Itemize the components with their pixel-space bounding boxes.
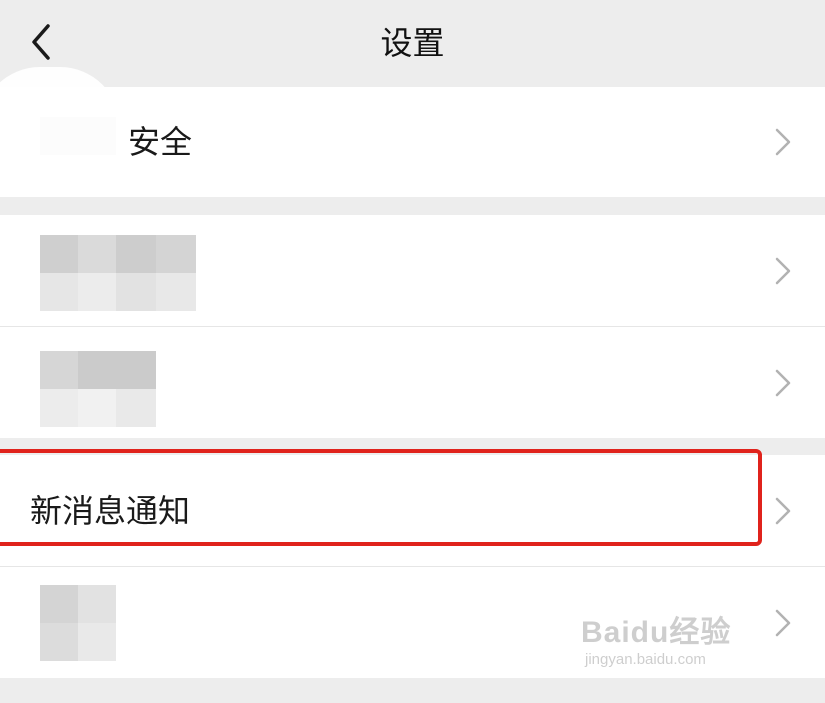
blur-block [78, 585, 116, 623]
chevron-right-icon [775, 369, 791, 397]
blur-block [78, 235, 116, 273]
settings-row-label: 安全 [128, 123, 193, 161]
settings-row-account-security[interactable]: 安全 [0, 67, 825, 197]
top-bar: 设置 [0, 0, 825, 86]
settings-row-obscured[interactable] [0, 327, 825, 438]
settings-row-new-message-notifications[interactable]: 新消息通知 [0, 455, 825, 566]
blur-block [116, 389, 156, 427]
blur-block [40, 585, 78, 623]
blur-block [156, 235, 196, 273]
blur-smear [0, 67, 120, 197]
settings-row-label: 新消息通知 [30, 492, 191, 530]
blur-block [40, 273, 78, 311]
chevron-right-icon [775, 257, 791, 285]
chevron-right-icon [775, 128, 791, 156]
settings-row-obscured[interactable] [0, 215, 825, 326]
blur-block [40, 389, 78, 427]
blur-block [40, 623, 78, 661]
watermark-url: jingyan.baidu.com [585, 651, 706, 668]
page-title: 设置 [380, 24, 445, 62]
blur-block [78, 273, 116, 311]
blur-block [78, 351, 156, 389]
blur-block [40, 351, 78, 389]
blur-block [116, 235, 156, 273]
blur-block [40, 235, 78, 273]
watermark: Baidu经验 jingyan.baidu.com [581, 607, 781, 687]
blur-block [156, 273, 196, 311]
blur-block [78, 623, 116, 661]
chevron-right-icon [775, 497, 791, 525]
blur-block [78, 389, 116, 427]
watermark-logo: Baidu经验 [581, 616, 732, 649]
blur-block [116, 273, 156, 311]
